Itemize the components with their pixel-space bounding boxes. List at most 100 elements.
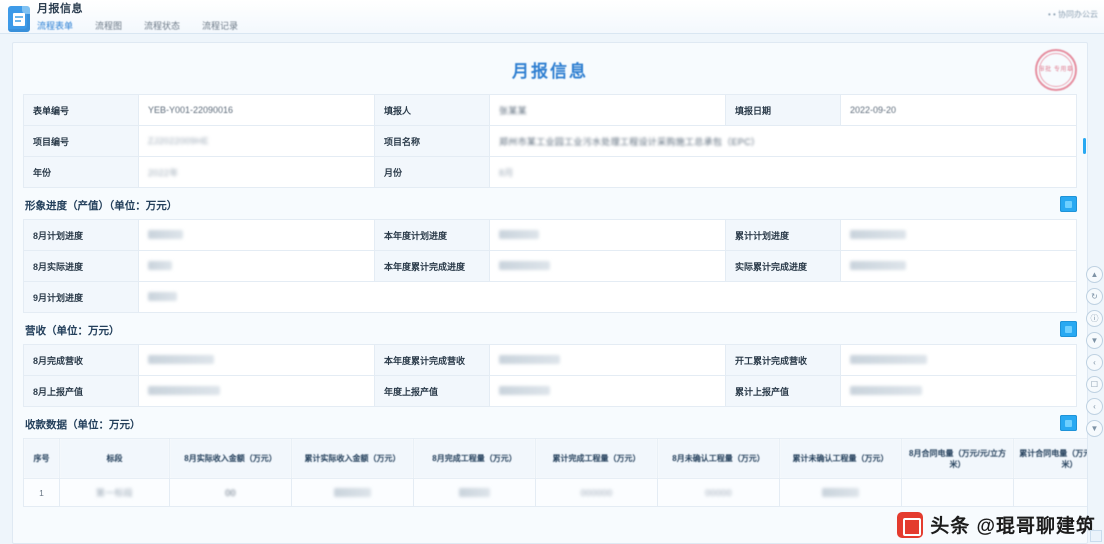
month-label: 月份 (374, 156, 490, 188)
titlebar-content: 月报信息 流程表单 流程图 流程状态 流程记录 (37, 3, 238, 37)
aug-revenue-value[interactable]: 00000000000.0 (138, 344, 375, 376)
window-title: 月报信息 (37, 3, 83, 15)
reporter-value[interactable]: 张某某 (489, 94, 726, 126)
window-titlebar: 月报信息 流程表单 流程图 流程状态 流程记录 • • 协同办公云 (0, 0, 1104, 37)
year-reported-output-value[interactable]: 0000000.00 (489, 375, 726, 407)
receipt-section: 收款数据（单位：万元） 序号 标段 8月实际收入金额（万元） 累计实际收入金额（… (13, 415, 1087, 507)
aug-reported-output-value[interactable]: 000000000000.0 (138, 375, 375, 407)
cumulative-reported-output-value[interactable]: 00000000000.00 (840, 375, 1077, 407)
progress-table: 8月计划进度 0000.00 本年度计划进度 00000.00 累计计划进度 0… (23, 219, 1077, 313)
filter-icon[interactable]: ▼ (1086, 332, 1103, 349)
col-section: 标段 (59, 438, 170, 479)
cell-aug-completed-work: 000000 (413, 478, 536, 507)
aug-actual-progress-value[interactable]: 000.0 (138, 250, 375, 282)
cell-index: 1 (23, 478, 60, 507)
aug-revenue-label: 8月完成营收 (23, 344, 139, 376)
col-aug-unconfirmed-work: 8月未确认工程量（万元） (657, 438, 780, 479)
prev-icon[interactable]: ‹ (1086, 398, 1103, 415)
revenue-section-collapse-button[interactable] (1060, 321, 1077, 337)
table-header-row: 序号 标段 8月实际收入金额（万元） 累计实际收入金额（万元） 8月完成工程量（… (23, 438, 1087, 479)
header-info-table: 表单编号 YEB-Y001-22090016 填报人 张某某 填报日期 2022… (23, 94, 1077, 188)
form-no-value[interactable]: YEB-Y001-22090016 (138, 94, 375, 126)
year-plan-progress-value[interactable]: 00000.00 (489, 219, 726, 251)
table-row: 年份 2022年 月份 8月 (23, 156, 1077, 188)
year-cumulative-progress-value[interactable]: 0000000.00 (489, 250, 726, 282)
aug-actual-progress-label: 8月实际进度 (23, 250, 139, 282)
project-no-value[interactable]: ZJ2022009HE (138, 125, 375, 157)
project-no-label: 项目编号 (23, 125, 139, 157)
table-row: 表单编号 YEB-Y001-22090016 填报人 张某某 填报日期 2022… (23, 94, 1077, 126)
aug-plan-progress-value[interactable]: 0000.00 (138, 219, 375, 251)
receipt-section-collapse-button[interactable] (1060, 415, 1077, 431)
cumulative-plan-progress-label: 累计计划进度 (725, 219, 841, 251)
col-cumulative-actual-income: 累计实际收入金额（万元） (291, 438, 414, 479)
progress-section-collapse-button[interactable] (1060, 196, 1077, 212)
col-cumulative-unconfirmed-work: 累计未确认工程量（万元） (779, 438, 902, 479)
project-name-label: 项目名称 (374, 125, 490, 157)
approval-stamp-icon: 审批 专用章 (1035, 49, 1077, 91)
aug-reported-output-label: 8月上报产值 (23, 375, 139, 407)
year-plan-progress-label: 本年度计划进度 (374, 219, 490, 251)
year-cumulative-progress-label: 本年度累计完成进度 (374, 250, 490, 282)
scroll-top-icon[interactable]: ▲ (1086, 266, 1103, 283)
year-cumulative-revenue-value[interactable]: 000000000.00 (489, 344, 726, 376)
refresh-icon[interactable]: ↻ (1086, 288, 1103, 305)
col-cumulative-completed-work: 累计完成工程量（万元） (535, 438, 658, 479)
aug-plan-progress-label: 8月计划进度 (23, 219, 139, 251)
titlebar-right-hint: • • 协同办公云 (1047, 10, 1098, 19)
actual-cumulative-progress-label: 实际累计完成进度 (725, 250, 841, 282)
watermark: 头条 @琨哥聊建筑 (897, 511, 1096, 538)
scrollbar-corner (1090, 530, 1102, 542)
year-reported-output-label: 年度上报产值 (374, 375, 490, 407)
col-aug-actual-income: 8月实际收入金额（万元） (169, 438, 292, 479)
project-name-value[interactable]: 郑州市某工业园工业污水处理工程设计采购施工总承包（EPC） (489, 125, 1077, 157)
receipt-table: 序号 标段 8月实际收入金额（万元） 累计实际收入金额（万元） 8月完成工程量（… (23, 438, 1087, 507)
watermark-text: 头条 @琨哥聊建筑 (930, 516, 1096, 537)
revenue-section-title: 营收（单位：万元） (25, 325, 120, 337)
cell-aug-actual-income: 00 (169, 478, 292, 507)
table-row: 9月计划进度 0000.0 (23, 281, 1077, 313)
back-icon[interactable]: ‹ (1086, 354, 1103, 371)
scroll-position-marker[interactable] (1083, 138, 1086, 154)
info-icon[interactable]: ⓘ (1086, 310, 1103, 327)
cell-cumulative-completed-work: 000000 (535, 478, 658, 507)
col-aug-contract-power: 8月合同电量（万元/元/立方米） (901, 438, 1014, 479)
project-start-cumulative-revenue-value[interactable]: 0000000000000.0 (840, 344, 1077, 376)
report-date-value[interactable]: 2022-09-20 (840, 94, 1077, 126)
revenue-table: 8月完成营收 00000000000.0 本年度累计完成营收 000000000… (23, 344, 1077, 407)
watermark-logo-icon (897, 511, 924, 538)
table-row: 项目编号 ZJ2022009HE 项目名称 郑州市某工业园工业污水处理工程设计采… (23, 125, 1077, 157)
cell-aug-contract-power (901, 478, 1014, 507)
project-start-cumulative-revenue-label: 开工累计完成营收 (725, 344, 841, 376)
month-value[interactable]: 8月 (489, 156, 1077, 188)
cell-cumulative-contract-power (1013, 478, 1087, 507)
table-row: 8月实际进度 000.0 本年度累计完成进度 0000000.00 实际累计完成… (23, 250, 1077, 282)
col-cumulative-contract-power: 累计合同电量（万元/元/立方米） (1013, 438, 1087, 479)
side-toolbar: ▲ ↻ ⓘ ▼ ‹ ☐ ‹ ▼ (1086, 266, 1103, 437)
report-date-label: 填报日期 (725, 94, 841, 126)
scroll-bottom-icon[interactable]: ▼ (1086, 420, 1103, 437)
col-aug-completed-work: 8月完成工程量（万元） (413, 438, 536, 479)
cumulative-plan-progress-value[interactable]: 00000000.00 (840, 219, 1077, 251)
progress-section: 形象进度（产值）（单位：万元） 8月计划进度 0000.00 本年度计划进度 0… (13, 196, 1087, 313)
cell-section: 第一标段 (59, 478, 170, 507)
receipt-section-title: 收款数据（单位：万元） (25, 419, 141, 431)
cell-cumulative-unconfirmed-work: 0000000 (779, 478, 902, 507)
cell-aug-unconfirmed-work: 00000 (657, 478, 780, 507)
year-value[interactable]: 2022年 (138, 156, 375, 188)
table-row: 8月完成营收 00000000000.0 本年度累计完成营收 000000000… (23, 344, 1077, 376)
cumulative-reported-output-label: 累计上报产值 (725, 375, 841, 407)
revenue-section: 营收（单位：万元） 8月完成营收 00000000000.0 本年度累计完成营收… (13, 321, 1087, 407)
copy-icon[interactable]: ☐ (1086, 376, 1103, 393)
approval-stamp-text: 审批 专用章 (1038, 66, 1074, 73)
table-row: 8月计划进度 0000.00 本年度计划进度 00000.00 累计计划进度 0… (23, 219, 1077, 251)
sep-plan-progress-value[interactable]: 0000.0 (138, 281, 1077, 313)
form-no-label: 表单编号 (23, 94, 139, 126)
actual-cumulative-progress-value[interactable]: 00000000.00 (840, 250, 1077, 282)
table-row[interactable]: 1 第一标段 00 0000000 000000 000000 00000 00… (23, 478, 1087, 507)
page-title: 月报信息 (512, 62, 588, 81)
sep-plan-progress-label: 9月计划进度 (23, 281, 139, 313)
table-row: 8月上报产值 000000000000.0 年度上报产值 0000000.00 … (23, 375, 1077, 407)
year-cumulative-revenue-label: 本年度累计完成营收 (374, 344, 490, 376)
form-sheet: 月报信息 审批 专用章 表单编号 YEB-Y001-22090016 填报人 张… (12, 42, 1088, 544)
